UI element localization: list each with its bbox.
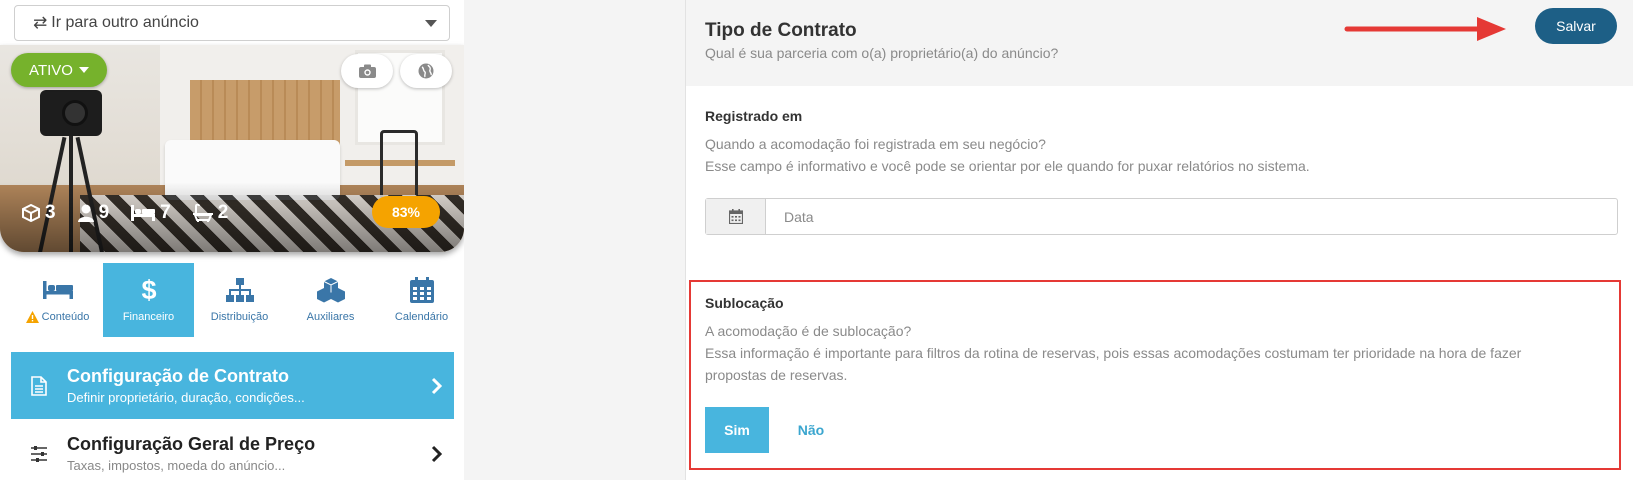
tab-calendario[interactable]: Calendário xyxy=(376,263,467,337)
listing-stats: 3 9 7 2 xyxy=(22,202,228,224)
photo-button[interactable] xyxy=(341,54,393,88)
tab-conteudo[interactable]: Conteúdo xyxy=(12,263,103,337)
warning-icon xyxy=(25,311,39,323)
sublease-yes-button[interactable]: Sim xyxy=(705,407,769,453)
tab-distribuicao[interactable]: Distribuição xyxy=(194,263,285,337)
cube-icon xyxy=(22,204,40,222)
save-button[interactable]: Salvar xyxy=(1535,8,1617,44)
sliders-icon xyxy=(31,445,47,462)
beds-count: 7 xyxy=(160,202,171,223)
chevron-right-icon xyxy=(431,377,442,394)
completion-badge: 83% xyxy=(372,196,440,228)
chevron-right-icon xyxy=(431,445,442,462)
panel-header: Tipo de Contrato Qual é sua parceria com… xyxy=(686,0,1633,86)
svg-text:$: $ xyxy=(141,276,156,304)
page-title: Tipo de Contrato xyxy=(705,20,857,41)
bed-icon xyxy=(131,205,156,221)
rooms-stat: 3 xyxy=(22,202,56,224)
registered-description-2: Esse campo é informativo e você pode se … xyxy=(705,158,1310,174)
user-icon xyxy=(77,204,94,222)
map-button[interactable] xyxy=(400,54,452,88)
goto-listing-label: Ir para outro anúncio xyxy=(51,14,199,31)
cubes-icon xyxy=(316,278,345,303)
tab-financeiro[interactable]: $ Financeiro xyxy=(103,263,194,337)
baths-stat: 2 xyxy=(192,202,229,224)
tab-label: Financeiro xyxy=(122,311,175,323)
menu-subtitle: Definir proprietário, duração, condições… xyxy=(67,390,305,405)
tab-label: Auxiliares xyxy=(306,311,355,323)
menu-contract-config[interactable]: Configuração de Contrato Definir proprie… xyxy=(11,352,454,419)
menu-title: Configuração de Contrato xyxy=(67,366,290,386)
calendar-icon xyxy=(409,277,434,303)
red-arrow-annotation xyxy=(1344,17,1506,41)
registered-description-1: Quando a acomodação foi registrada em se… xyxy=(705,136,1046,152)
tab-label: Distribuição xyxy=(210,311,269,323)
sublease-question: A acomodação é de sublocação? xyxy=(705,323,912,339)
registered-date-field xyxy=(705,198,1618,235)
page-subtitle: Qual é sua parceria com o(a) proprietári… xyxy=(705,45,1059,61)
date-input[interactable] xyxy=(766,199,1617,234)
dollar-icon: $ xyxy=(141,276,156,304)
contract-panel: Tipo de Contrato Qual é sua parceria com… xyxy=(686,0,1633,480)
goto-listing-select[interactable]: ⇄ Ir para outro anúncio xyxy=(14,5,450,41)
sublease-no-button[interactable]: Não xyxy=(789,407,833,453)
globe-icon xyxy=(418,63,434,79)
guests-stat: 9 xyxy=(77,202,110,224)
chevron-down-icon xyxy=(425,19,437,27)
date-picker-button[interactable] xyxy=(706,199,766,234)
status-label: ATIVO xyxy=(29,61,73,79)
document-icon xyxy=(31,375,47,396)
guests-count: 9 xyxy=(98,202,110,223)
registered-title: Registrado em xyxy=(705,108,803,124)
calendar-icon xyxy=(728,209,743,224)
bathtub-icon xyxy=(192,204,213,222)
sublease-description-1: Essa informação é importante para filtro… xyxy=(705,345,1522,361)
swap-icon: ⇄ xyxy=(33,13,48,32)
listing-tabs: Conteúdo $ Financeiro Distribuição Auxil… xyxy=(12,263,467,337)
menu-subtitle: Taxas, impostos, moeda do anúncio... xyxy=(67,458,286,473)
rooms-count: 3 xyxy=(45,202,56,223)
camera-icon xyxy=(358,64,376,78)
caret-down-icon xyxy=(78,67,89,73)
beds-stat: 7 xyxy=(131,202,171,224)
status-dropdown[interactable]: ATIVO xyxy=(11,53,107,87)
sitemap-icon xyxy=(225,278,254,302)
tab-label: Conteúdo xyxy=(41,311,90,323)
menu-general-price-config[interactable]: Configuração Geral de Preço Taxas, impos… xyxy=(11,420,454,480)
listing-sidebar: ⇄ Ir para outro anúncio ATIVO 3 9 7 2 83… xyxy=(0,0,464,480)
baths-count: 2 xyxy=(217,202,229,223)
sublease-description-2: propostas de reservas. xyxy=(705,367,848,383)
content-gutter xyxy=(464,0,686,480)
tab-label: Calendário xyxy=(394,311,449,323)
bed-icon xyxy=(42,281,73,299)
menu-title: Configuração Geral de Preço xyxy=(67,434,316,454)
sublease-title: Sublocação xyxy=(705,295,784,311)
tab-auxiliares[interactable]: Auxiliares xyxy=(285,263,376,337)
